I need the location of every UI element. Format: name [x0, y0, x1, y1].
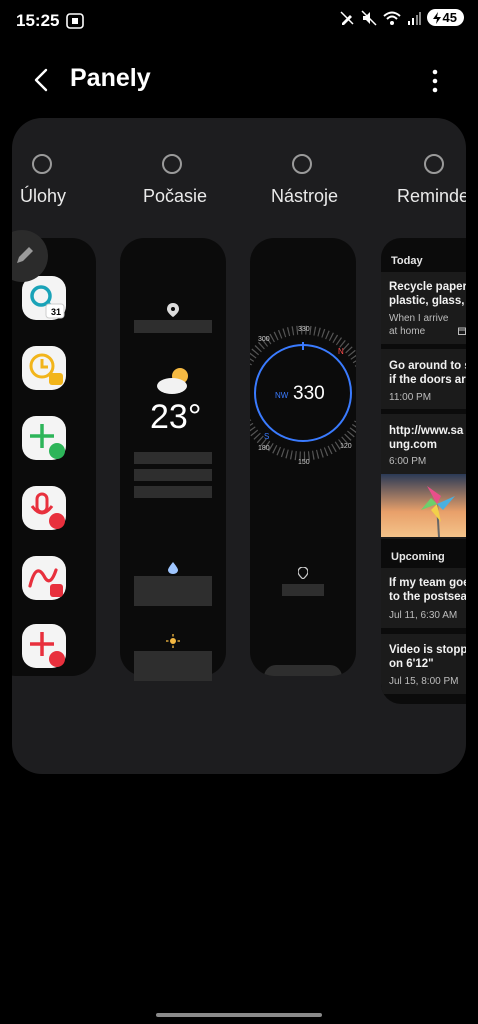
wifi-icon: [382, 11, 401, 25]
reminder-card-1-line2: plastic, glass, m: [389, 295, 466, 307]
reminder-card-3-line2: ung.com: [389, 439, 437, 451]
home-indicator[interactable]: [156, 1013, 322, 1017]
status-icons: 45: [339, 9, 464, 26]
reminder-card-1-sub2: at home: [389, 326, 426, 337]
compass: 300 330 N 150 180 S 120 NW 330: [250, 325, 356, 466]
compass-calibrate-button[interactable]: [264, 665, 342, 676]
panel-label-weather[interactable]: Počasie: [143, 186, 207, 207]
reminder-card-3[interactable]: http://www.sa ung.com 6:00 PM: [381, 414, 466, 539]
humidity-placeholder: [134, 576, 212, 606]
calendar-small-icon: [458, 327, 466, 335]
temperature: 23°: [150, 398, 202, 436]
sun-icon: [166, 634, 180, 648]
weather-panel[interactable]: 23°: [120, 238, 226, 681]
battery-indicator: 45: [426, 9, 464, 26]
reminder-card-5[interactable]: Video is stoppe on 6'12" Jul 15, 8:00 PM: [381, 634, 466, 694]
compass-tick-300: 300: [258, 336, 270, 343]
reminder-card-3-line1: http://www.sa: [389, 425, 464, 437]
compass-tick-330: 330: [298, 326, 310, 333]
status-time: 15:25: [16, 11, 60, 30]
charging-icon: [432, 11, 441, 24]
reminder-card-5-line2: on 6'12": [389, 658, 434, 670]
weather-line-3: [134, 486, 212, 498]
battery-level: 45: [442, 10, 457, 25]
reminder-card-1-line1: Recycle paper,: [389, 281, 466, 293]
panel-label-tools[interactable]: Nástroje: [271, 186, 338, 207]
app-voice-recorder[interactable]: [22, 486, 66, 530]
add-contact-icon: [30, 424, 65, 459]
tasks-panel[interactable]: 31: [12, 238, 96, 676]
weather-line-2: [134, 469, 212, 481]
panel-label-reminder[interactable]: Reminde: [397, 186, 466, 207]
weather-line-1: [134, 452, 212, 464]
back-arrow-icon[interactable]: [30, 66, 54, 94]
location-pin-icon: [167, 303, 179, 317]
panel-radio-tasks[interactable]: [32, 154, 52, 174]
compass-direction: NW: [275, 391, 289, 400]
reminder-panel[interactable]: Today Recycle paper, plastic, glass, m W…: [381, 238, 466, 704]
reminder-clock-icon: [29, 353, 63, 385]
reminder-card-3-sub1: 6:00 PM: [389, 456, 427, 467]
compass-tick-120: 120: [340, 443, 352, 450]
add-contact-plus-icon: [30, 632, 65, 667]
reminder-card-5-line1: Video is stoppe: [389, 644, 466, 656]
compass-south: S: [264, 432, 269, 441]
app-add-contact[interactable]: [22, 416, 66, 460]
reminder-card-4-line1: If my team goes: [389, 577, 466, 589]
app-reminder[interactable]: [22, 346, 66, 390]
reminder-card-2-sub1: 11:00 PM: [389, 392, 432, 403]
reminder-card-4-sub1: Jul 11, 6:30 AM: [389, 610, 458, 621]
app-add-person[interactable]: [22, 624, 66, 668]
calendar-badge: 31: [51, 307, 62, 317]
reminder-card-2-line2: if the doors are: [389, 374, 466, 386]
compass-location-placeholder: [282, 584, 324, 596]
signal-icon: [407, 11, 421, 25]
reminder-card-4[interactable]: If my team goes to the postseas Jul 11, …: [381, 568, 466, 628]
panel-label-tasks[interactable]: Úlohy: [20, 186, 66, 207]
pinwheel-photo: [381, 474, 466, 537]
panels-container: Úlohy Počasie Nástroje Reminde 31 23° 30…: [12, 118, 466, 774]
reminder-card-5-sub1: Jul 15, 8:00 PM: [389, 676, 459, 687]
page-title: Panely: [70, 64, 151, 92]
compass-location-icon: [298, 567, 308, 579]
panel-radio-tools[interactable]: [292, 154, 312, 174]
screen-record-icon: [66, 13, 84, 29]
humidity-icon: [168, 562, 178, 574]
compass-tick-150: 150: [298, 459, 310, 466]
reminder-card-2-line1: Go around to se: [389, 360, 466, 372]
reminder-card-2[interactable]: Go around to se if the doors are 11:00 P…: [381, 349, 466, 409]
partly-cloudy-icon: [157, 368, 188, 394]
app-drawing[interactable]: [22, 556, 66, 600]
uv-placeholder: [134, 651, 212, 681]
upcoming-label: Upcoming: [391, 551, 445, 563]
panel-radio-reminder[interactable]: [424, 154, 444, 174]
voice-record-icon: [30, 492, 65, 529]
reminder-card-1-sub1: When I arrive: [389, 313, 449, 324]
mute-icon: [361, 9, 377, 26]
reminder-card-1[interactable]: Recycle paper, plastic, glass, m When I …: [381, 272, 466, 344]
tools-panel[interactable]: 300 330 N 150 180 S 120 NW 330: [250, 238, 356, 676]
drawing-icon: [28, 568, 63, 597]
compass-tick-180: 180: [258, 445, 270, 452]
pencil-icon: [17, 247, 33, 263]
compass-heading: 330: [293, 383, 325, 404]
panel-radio-weather[interactable]: [162, 154, 182, 174]
compass-north: N: [338, 347, 344, 356]
reminder-card-4-line2: to the postseas: [389, 591, 466, 603]
more-options-icon[interactable]: [425, 66, 445, 96]
today-label: Today: [391, 255, 423, 267]
location-placeholder: [134, 320, 212, 333]
app-calendar-search[interactable]: 31: [22, 276, 66, 320]
no-pencil-icon: [340, 10, 354, 25]
